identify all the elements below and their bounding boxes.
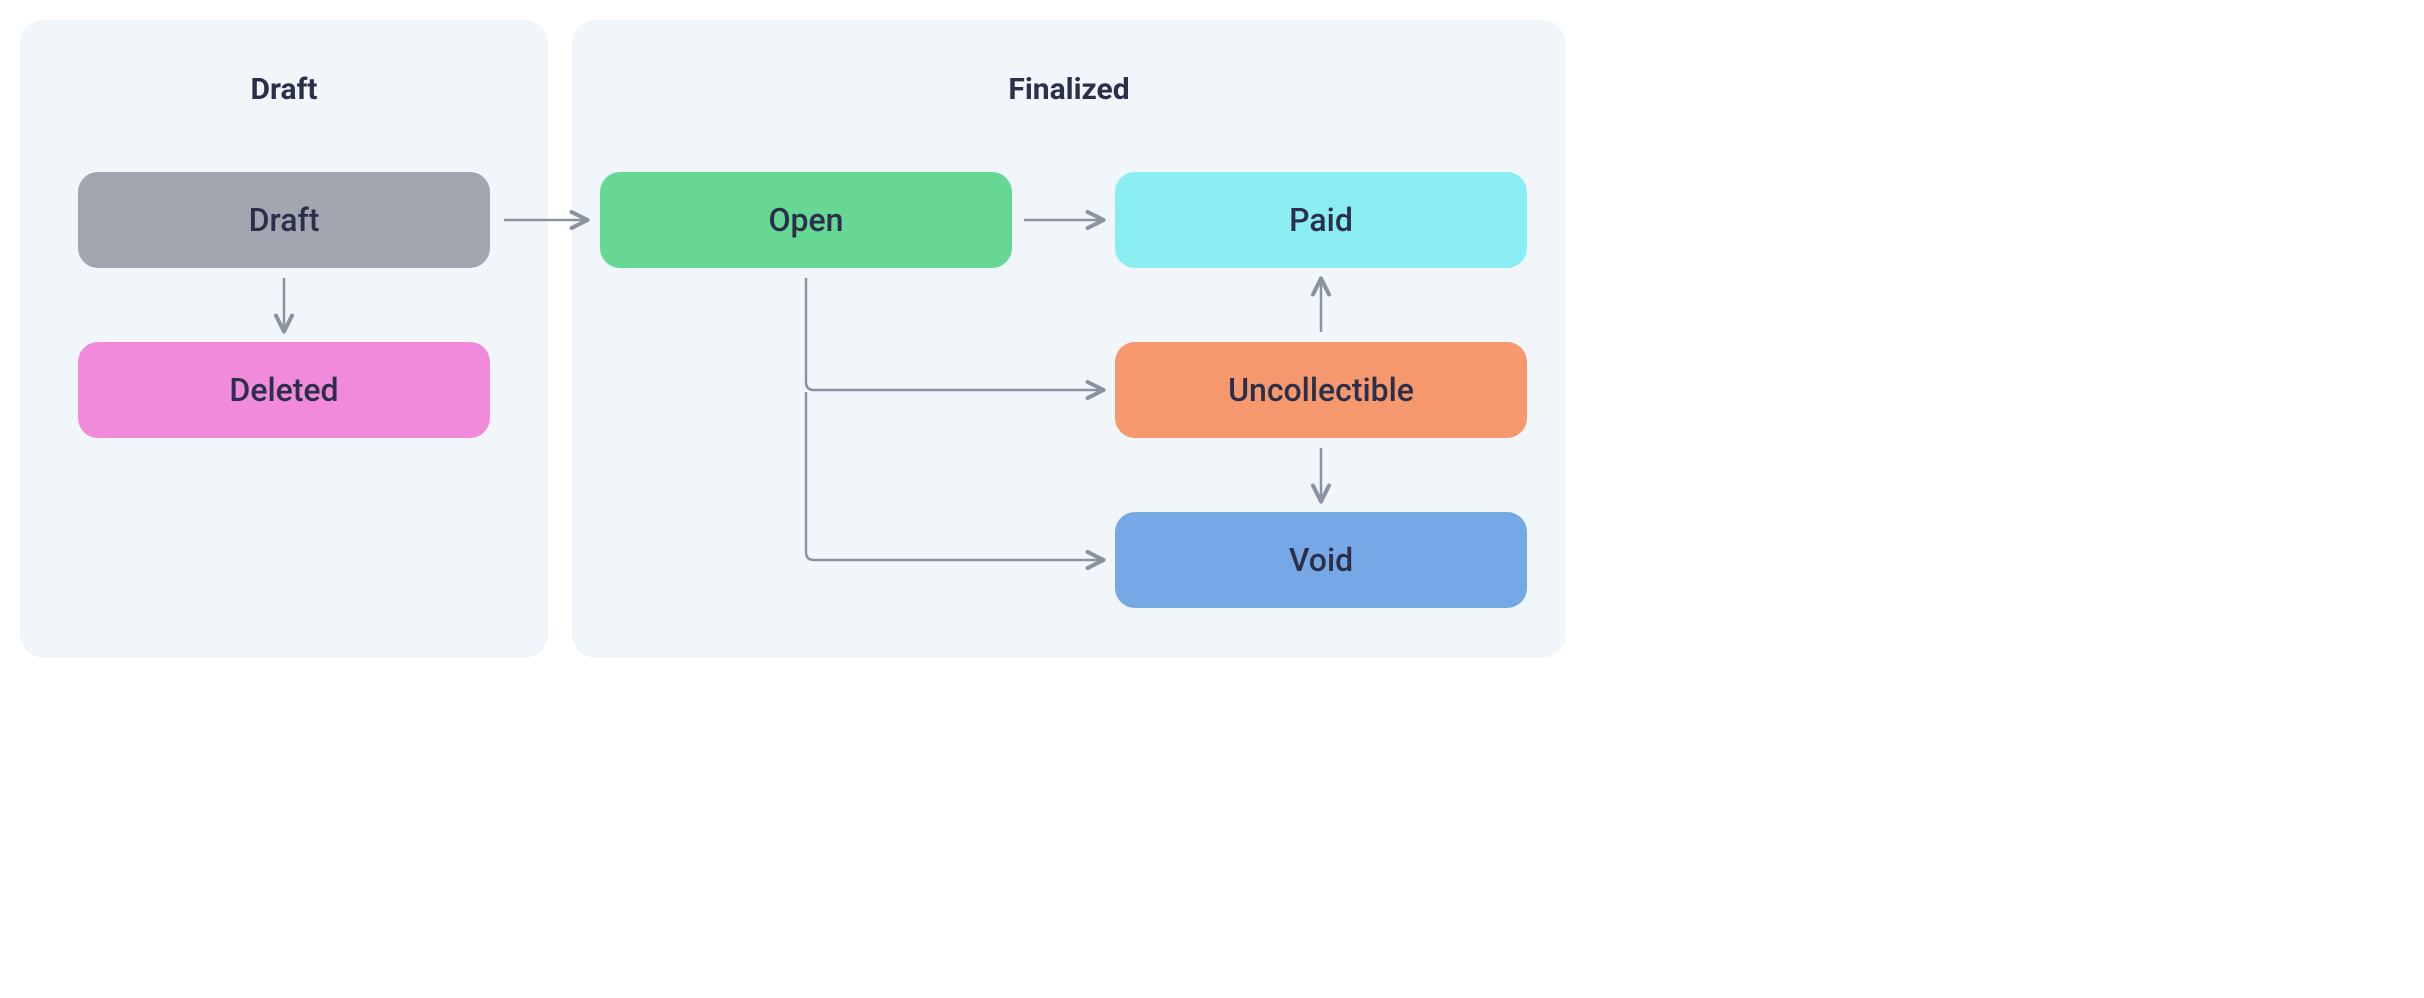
panel-draft (20, 20, 548, 658)
state-void: Void (1115, 512, 1527, 608)
state-uncollectible: Uncollectible (1115, 342, 1527, 438)
state-deleted: Deleted (78, 342, 490, 438)
invoice-status-diagram: Draft Finalized Draft Deleted Open Paid … (20, 20, 1566, 658)
heading-draft: Draft (20, 72, 548, 107)
state-paid: Paid (1115, 172, 1527, 268)
state-draft: Draft (78, 172, 490, 268)
state-open: Open (600, 172, 1012, 268)
heading-finalized: Finalized (572, 72, 1566, 107)
